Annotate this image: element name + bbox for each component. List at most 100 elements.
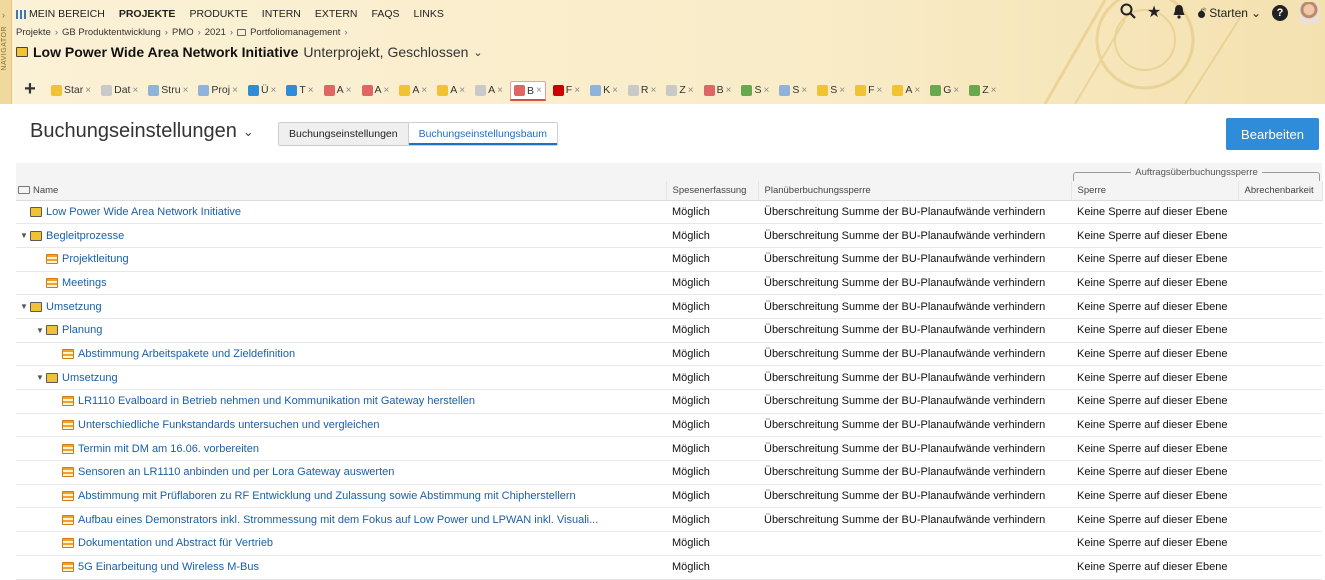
nav-links[interactable]: LINKS	[414, 8, 444, 20]
tab-16[interactable]: B ×	[701, 81, 735, 101]
navigator-toggle[interactable]: › NAVIGATOR	[0, 0, 12, 104]
expand-toggle-icon[interactable]: ▼	[34, 373, 46, 382]
close-icon[interactable]: ×	[612, 85, 618, 96]
table-row[interactable]: Dokumentation und Abstract für Vertrieb M…	[16, 532, 1322, 556]
breadcrumb-item[interactable]: Projekte	[16, 27, 51, 38]
column-header-abrechenbarkeit[interactable]: Abrechenbarkeit	[1238, 181, 1323, 201]
tab-6[interactable]: A ×	[321, 81, 355, 101]
close-icon[interactable]: ×	[308, 85, 314, 96]
tab-15[interactable]: Z ×	[663, 81, 696, 101]
close-icon[interactable]: ×	[914, 85, 920, 96]
expand-toggle-icon[interactable]: ▼	[34, 326, 46, 335]
tab-7[interactable]: A ×	[359, 81, 393, 101]
node-link[interactable]: Sensoren an LR1110 anbinden und per Lora…	[78, 466, 394, 478]
close-icon[interactable]: ×	[839, 85, 845, 96]
nav-mein-bereich[interactable]: MEIN BEREICH	[16, 8, 105, 20]
project-title-row[interactable]: Low Power Wide Area Network Initiative U…	[16, 42, 483, 62]
page-title[interactable]: Buchungseinstellungen ⌄	[30, 120, 254, 143]
tab-2[interactable]: Stru ×	[145, 81, 191, 101]
tab-11[interactable]: B ×	[509, 81, 546, 101]
node-link[interactable]: Begleitprozesse	[46, 230, 124, 242]
tab-5[interactable]: T ×	[283, 81, 316, 101]
table-row[interactable]: ▼ Umsetzung Möglich Überschreitung Summe de…	[16, 295, 1322, 319]
chevron-right-icon[interactable]: ›	[2, 10, 5, 20]
tab-0[interactable]: Star ×	[48, 81, 94, 101]
close-icon[interactable]: ×	[183, 85, 189, 96]
close-icon[interactable]: ×	[801, 85, 807, 96]
tab-19[interactable]: S ×	[814, 81, 848, 101]
column-header-spesenerfassung[interactable]: Spesenerfassung	[666, 181, 759, 201]
close-icon[interactable]: ×	[876, 85, 882, 96]
tab-17[interactable]: S ×	[738, 81, 772, 101]
table-row[interactable]: ▼ Begleitprozesse Möglich Überschreitung Su…	[16, 224, 1322, 248]
node-link[interactable]: Meetings	[62, 277, 107, 289]
close-icon[interactable]: ×	[953, 85, 959, 96]
table-row[interactable]: Abstimmung Arbeitspakete und Zieldefinit…	[16, 342, 1322, 366]
close-icon[interactable]: ×	[726, 85, 732, 96]
add-tab-button[interactable]: +	[16, 79, 44, 101]
close-icon[interactable]: ×	[574, 85, 580, 96]
starten-menu[interactable]: 💣︎ Starten ⌄	[1197, 5, 1261, 22]
node-link[interactable]: LR1110 Evalboard in Betrieb nehmen und K…	[78, 395, 475, 407]
table-row[interactable]: Aufbau eines Demonstrators inkl. Stromme…	[16, 508, 1322, 532]
node-link[interactable]: Planung	[62, 324, 102, 336]
close-icon[interactable]: ×	[651, 85, 657, 96]
node-link[interactable]: Projektleitung	[62, 253, 129, 265]
breadcrumb-item[interactable]: PMO	[172, 27, 194, 38]
node-link[interactable]: Abstimmung mit Prüflaboren zu RF Entwick…	[78, 490, 576, 502]
table-row[interactable]: Unterschiedliche Funkstandards untersuch…	[16, 413, 1322, 437]
close-icon[interactable]: ×	[132, 85, 138, 96]
close-icon[interactable]: ×	[688, 85, 694, 96]
bell-icon[interactable]	[1172, 4, 1186, 23]
close-icon[interactable]: ×	[85, 85, 91, 96]
table-row[interactable]: LR1110 Evalboard in Betrieb nehmen und K…	[16, 390, 1322, 414]
node-link[interactable]: Low Power Wide Area Network Initiative	[46, 206, 241, 218]
column-header-name[interactable]: Name	[16, 181, 667, 201]
tab-14[interactable]: R ×	[625, 81, 659, 101]
edit-button[interactable]: Bearbeiten	[1226, 118, 1319, 150]
table-row[interactable]: ▼ Umsetzung Möglich Überschreitung Summe de…	[16, 366, 1322, 390]
tab-18[interactable]: S ×	[776, 81, 810, 101]
node-link[interactable]: Aufbau eines Demonstrators inkl. Stromme…	[78, 514, 598, 526]
tab-22[interactable]: G ×	[927, 81, 962, 101]
table-row[interactable]: ▼ Planung Möglich Überschreitung Summe der …	[16, 318, 1322, 343]
nav-faqs[interactable]: FAQS	[371, 8, 399, 20]
tab-1[interactable]: Dat ×	[98, 81, 141, 101]
node-link[interactable]: Termin mit DM am 16.06. vorbereiten	[78, 443, 259, 455]
close-icon[interactable]: ×	[764, 85, 770, 96]
node-link[interactable]: Unterschiedliche Funkstandards untersuch…	[78, 419, 379, 431]
table-row[interactable]: Sensoren an LR1110 anbinden und per Lora…	[16, 461, 1322, 485]
breadcrumb-item[interactable]: Portfoliomanagement	[250, 27, 340, 38]
node-link[interactable]: Umsetzung	[62, 372, 118, 384]
table-row[interactable]: Projektleitung Möglich Überschreitung Summ…	[16, 247, 1322, 272]
close-icon[interactable]: ×	[384, 85, 390, 96]
tab-20[interactable]: F ×	[852, 81, 885, 101]
close-icon[interactable]: ×	[497, 85, 503, 96]
tab-13[interactable]: K ×	[587, 81, 621, 101]
tab-buchungseinstellungen[interactable]: Buchungseinstellungen	[279, 123, 409, 145]
close-icon[interactable]: ×	[421, 85, 427, 96]
breadcrumb-item[interactable]: GB Produktentwicklung	[62, 27, 161, 38]
table-row[interactable]: Termin mit DM am 16.06. vorbereiten Mögli…	[16, 437, 1322, 461]
table-row[interactable]: Abstimmung mit Prüflaboren zu RF Entwick…	[16, 484, 1322, 508]
tab-21[interactable]: A ×	[889, 81, 923, 101]
close-icon[interactable]: ×	[459, 85, 465, 96]
table-row[interactable]: Meetings Möglich Überschreitung Summe der …	[16, 271, 1322, 295]
table-row[interactable]: 5G Einarbeitung und Wireless M-Bus Möglic…	[16, 555, 1322, 579]
column-header-sperre[interactable]: Sperre	[1071, 181, 1239, 201]
tab-buchungseinstellungsbaum[interactable]: Buchungseinstellungsbaum	[408, 123, 558, 145]
tab-12[interactable]: F ×	[550, 81, 583, 101]
close-icon[interactable]: ×	[271, 85, 277, 96]
nav-intern[interactable]: INTERN	[262, 8, 301, 20]
tab-23[interactable]: Z ×	[966, 81, 999, 101]
close-icon[interactable]: ×	[232, 85, 238, 96]
tab-9[interactable]: A ×	[434, 81, 468, 101]
table-row[interactable]: Low Power Wide Area Network Initiative Mö…	[16, 200, 1322, 224]
node-link[interactable]: Umsetzung	[46, 301, 102, 313]
chevron-down-icon[interactable]: ⌄	[473, 46, 482, 59]
node-link[interactable]: Abstimmung Arbeitspakete und Zieldefinit…	[78, 348, 295, 360]
node-link[interactable]: Dokumentation und Abstract für Vertrieb	[78, 537, 273, 549]
expand-toggle-icon[interactable]: ▼	[18, 302, 30, 311]
breadcrumb-item[interactable]: 2021	[205, 27, 226, 38]
search-icon[interactable]	[1120, 3, 1136, 23]
